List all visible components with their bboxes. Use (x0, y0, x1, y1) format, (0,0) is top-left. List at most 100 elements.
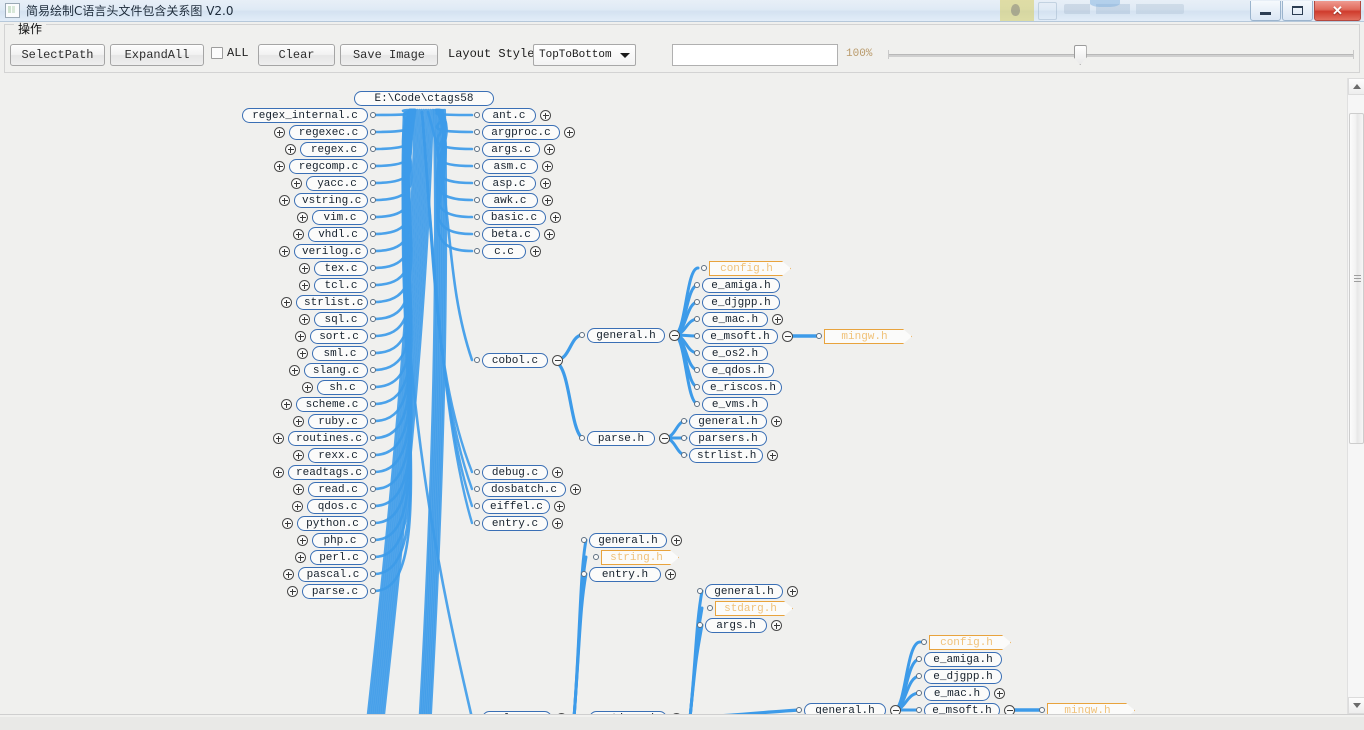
graph-node[interactable]: regex.c (300, 142, 368, 157)
minimize-button[interactable] (1250, 1, 1281, 21)
expand-node-button[interactable] (295, 331, 306, 342)
graph-node[interactable]: rexx.c (308, 448, 368, 463)
expand-node-button[interactable] (564, 127, 575, 138)
graph-node[interactable]: entry.c (482, 516, 548, 531)
expand-node-button[interactable] (287, 586, 298, 597)
horizontal-scrollbar-track[interactable] (0, 717, 1364, 730)
expand-node-button[interactable] (540, 178, 551, 189)
graph-node[interactable]: slang.c (304, 363, 368, 378)
graph-node[interactable]: entry.h (589, 567, 661, 582)
graph-node[interactable]: perl.c (310, 550, 368, 565)
layout-style-select[interactable]: TopToBottom (533, 44, 636, 66)
expand-node-button[interactable] (542, 195, 553, 206)
expand-node-button[interactable] (554, 501, 565, 512)
expand-node-button[interactable] (289, 365, 300, 376)
graph-root-node[interactable]: E:\Code\ctags58 (354, 91, 494, 106)
expand-all-button[interactable]: ExpandAll (110, 44, 204, 66)
graph-node[interactable]: argproc.c (482, 125, 560, 140)
graph-node[interactable]: verilog.c (294, 244, 368, 259)
expand-node-button[interactable] (279, 246, 290, 257)
expand-node-button[interactable] (302, 382, 313, 393)
expand-node-button[interactable] (771, 620, 782, 631)
graph-node[interactable]: ruby.c (308, 414, 368, 429)
expand-node-button[interactable] (787, 586, 798, 597)
graph-node[interactable]: routines.c (288, 431, 368, 446)
graph-node[interactable]: args.c (482, 142, 540, 157)
expand-node-button[interactable] (293, 416, 304, 427)
select-path-button[interactable]: SelectPath (10, 44, 105, 66)
graph-node[interactable]: qdos.c (307, 499, 368, 514)
zoom-slider-track[interactable] (888, 54, 1354, 57)
graph-node[interactable]: general.h (689, 414, 767, 429)
expand-node-button[interactable] (281, 297, 292, 308)
expand-node-button[interactable] (994, 688, 1005, 699)
expand-node-button[interactable] (283, 569, 294, 580)
graph-node[interactable]: stdarg.h (715, 601, 793, 616)
expand-node-button[interactable] (544, 144, 555, 155)
graph-canvas[interactable]: regex_internal.c regexec.c regex.c regcomp.… (4, 78, 1360, 714)
graph-node[interactable]: e_qdos.h (702, 363, 774, 378)
expand-node-button[interactable] (570, 484, 581, 495)
graph-node[interactable]: asp.c (482, 176, 536, 191)
close-button[interactable]: ✕ (1314, 1, 1361, 21)
graph-node[interactable]: strlist.c (296, 295, 368, 310)
graph-node[interactable]: e_amiga.h (924, 652, 1002, 667)
graph-node[interactable]: mingw.h (824, 329, 912, 344)
expand-node-button[interactable] (550, 212, 561, 223)
graph-node[interactable]: parsers.h (689, 431, 767, 446)
expand-node-button[interactable] (281, 399, 292, 410)
expand-node-button[interactable] (299, 314, 310, 325)
expand-node-button[interactable] (292, 501, 303, 512)
graph-node[interactable]: sh.c (317, 380, 368, 395)
graph-node[interactable]: eiffel.c (482, 499, 550, 514)
graph-node[interactable]: beta.c (482, 227, 540, 242)
collapse-node-button[interactable] (1004, 705, 1015, 714)
graph-node[interactable]: cobol.c (482, 353, 548, 368)
all-checkbox-wrapper[interactable]: ALL (211, 46, 249, 60)
graph-node[interactable]: e_msoft.h (702, 329, 778, 344)
vertical-scrollbar[interactable] (1347, 78, 1364, 714)
graph-node[interactable]: basic.c (482, 210, 546, 225)
graph-node[interactable]: parse.h (587, 431, 655, 446)
graph-node[interactable]: readtags.c (288, 465, 368, 480)
graph-node[interactable]: string.h (601, 550, 679, 565)
graph-node[interactable]: e_mac.h (702, 312, 768, 327)
graph-node[interactable]: general.h (804, 703, 886, 714)
expand-node-button[interactable] (297, 212, 308, 223)
graph-node[interactable]: vstring.c (294, 193, 368, 208)
graph-node[interactable]: php.c (312, 533, 368, 548)
path-input[interactable] (672, 44, 838, 66)
expand-node-button[interactable] (297, 348, 308, 359)
scroll-up-button[interactable] (1348, 78, 1364, 95)
maximize-button[interactable] (1282, 1, 1313, 21)
graph-node[interactable]: e_mac.h (924, 686, 990, 701)
graph-node[interactable]: regcomp.c (289, 159, 368, 174)
expand-node-button[interactable] (540, 110, 551, 121)
expand-node-button[interactable] (282, 518, 293, 529)
expand-node-button[interactable] (552, 518, 563, 529)
graph-node[interactable]: python.c (297, 516, 368, 531)
expand-node-button[interactable] (299, 263, 310, 274)
expand-node-button[interactable] (767, 450, 778, 461)
expand-node-button[interactable] (772, 314, 783, 325)
graph-node[interactable]: general.h (589, 533, 667, 548)
expand-node-button[interactable] (293, 450, 304, 461)
clear-button[interactable]: Clear (258, 44, 335, 66)
graph-node[interactable]: strlist.h (689, 448, 763, 463)
graph-node[interactable]: parse.c (302, 584, 368, 599)
expand-node-button[interactable] (299, 280, 310, 291)
graph-node[interactable]: yacc.c (306, 176, 368, 191)
expand-node-button[interactable] (295, 552, 306, 563)
graph-node[interactable]: ant.c (482, 108, 536, 123)
horizontal-scrollbar[interactable] (0, 714, 1364, 730)
graph-node[interactable]: awk.c (482, 193, 538, 208)
graph-node[interactable]: general.h (705, 584, 783, 599)
graph-node[interactable]: mingw.h (1047, 703, 1135, 714)
collapse-node-button[interactable] (552, 355, 563, 366)
expand-node-button[interactable] (771, 416, 782, 427)
graph-node[interactable]: e_amiga.h (702, 278, 780, 293)
graph-node[interactable]: sml.c (312, 346, 368, 361)
graph-node[interactable]: config.h (709, 261, 791, 276)
collapse-node-button[interactable] (659, 433, 670, 444)
graph-node[interactable]: read.c (308, 482, 368, 497)
